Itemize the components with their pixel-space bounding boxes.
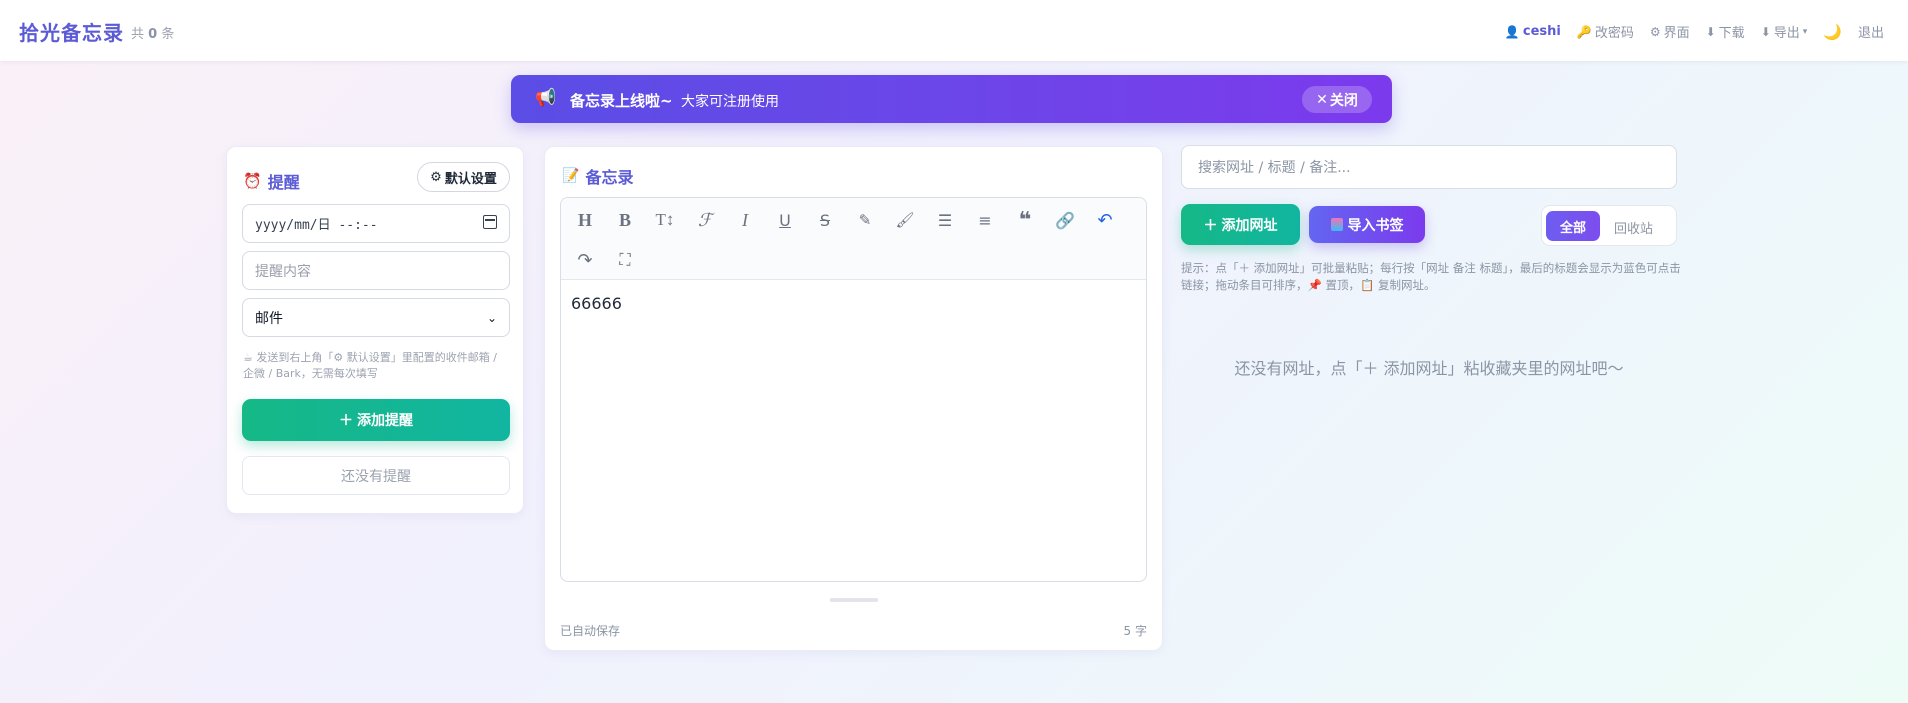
bookmark-icon bbox=[1330, 218, 1343, 231]
megaphone-icon: 📢 bbox=[535, 88, 557, 108]
gear-icon: ⚙ bbox=[430, 169, 442, 185]
interface-link[interactable]: ⚙ 界面 bbox=[1649, 22, 1690, 42]
gear-icon: ⚙ bbox=[1649, 24, 1661, 39]
cup-icon: ☕ bbox=[243, 351, 253, 364]
memo-content[interactable]: 66666 bbox=[571, 294, 622, 313]
memo-panel: 📝 备忘录 H B T↕ ℱ I U S ✎ 🖌 ☰ ≡ ❝ 🔗 ↶ ↷ ⛶ 6… bbox=[544, 146, 1163, 651]
chevron-down-icon: ⌄ bbox=[486, 310, 497, 325]
undo-icon[interactable]: ↶ bbox=[1091, 206, 1119, 234]
close-icon: ✕ bbox=[1316, 91, 1328, 108]
underline-icon[interactable]: U bbox=[771, 206, 799, 234]
align-left-icon[interactable]: ≡ bbox=[971, 206, 999, 234]
item-count: 共 0 条 bbox=[131, 27, 175, 42]
dark-mode-toggle[interactable]: 🌙 bbox=[1823, 23, 1842, 41]
export-dropdown[interactable]: ⬇ 导出 ▾ bbox=[1760, 22, 1808, 42]
user-menu[interactable]: 👤 ceshi bbox=[1505, 24, 1561, 39]
memo-editor[interactable]: H B T↕ ℱ I U S ✎ 🖌 ☰ ≡ ❝ 🔗 ↶ ↷ ⛶ 66666 bbox=[560, 197, 1147, 582]
key-icon: 🔑 bbox=[1576, 24, 1592, 39]
logout-link[interactable]: 退出 bbox=[1858, 22, 1884, 41]
redo-icon[interactable]: ↷ bbox=[571, 246, 599, 274]
url-empty-state: 还没有网址，点「＋ 添加网址」粘收藏夹里的网址吧～ bbox=[1234, 359, 1624, 378]
alarm-clock-icon: ⏰ bbox=[243, 172, 262, 190]
plus-icon: ＋ bbox=[1203, 217, 1218, 234]
bold-icon[interactable]: B bbox=[611, 206, 639, 234]
highlighter-icon[interactable]: ✎ bbox=[851, 206, 879, 234]
editor-toolbar: H B T↕ ℱ I U S ✎ 🖌 ☰ ≡ ❝ 🔗 ↶ ↷ ⛶ bbox=[561, 198, 1146, 280]
brush-icon[interactable]: 🖌 bbox=[891, 206, 919, 234]
user-icon: 👤 bbox=[1504, 24, 1520, 39]
top-nav: 👤 ceshi 🔑 改密码 ⚙ 界面 ⬇ 下载 ⬇ 导出 ▾ 🌙 退出 bbox=[1505, 22, 1884, 42]
autosave-status: 已自动保存 bbox=[560, 624, 621, 638]
reminder-empty-state: 还没有提醒 bbox=[242, 456, 510, 495]
add-url-button[interactable]: ＋ 添加网址 bbox=[1181, 204, 1300, 245]
reminder-content-input[interactable]: 提醒内容 bbox=[242, 251, 510, 290]
import-bookmarks-button[interactable]: 导入书签 bbox=[1309, 206, 1425, 243]
reminder-channel-select[interactable]: 邮件 ⌄ bbox=[242, 298, 510, 337]
caret-down-icon: ▾ bbox=[1802, 26, 1808, 37]
app-title: 拾光备忘录 bbox=[19, 21, 124, 45]
italic-icon[interactable]: I bbox=[731, 206, 759, 234]
quote-icon[interactable]: ❝ bbox=[1011, 206, 1039, 234]
strikethrough-icon[interactable]: S bbox=[811, 206, 839, 234]
top-bar: 拾光备忘录 共 0 条 👤 ceshi 🔑 改密码 ⚙ 界面 ⬇ 下载 ⬇ 导出… bbox=[0, 0, 1908, 61]
announcement-message: 大家可注册使用 bbox=[681, 94, 779, 110]
calendar-icon[interactable] bbox=[483, 215, 497, 229]
memo-icon: 📝 bbox=[562, 168, 580, 184]
link-icon[interactable]: 🔗 bbox=[1051, 206, 1079, 234]
url-tip: 提示：点「＋ 添加网址」可批量粘贴；每行按「网址 备注 标题」，最后的标题会显示… bbox=[1181, 261, 1681, 292]
fullscreen-icon[interactable]: ⛶ bbox=[611, 246, 639, 274]
list-icon[interactable]: ☰ bbox=[931, 206, 959, 234]
announcement-banner: 📢 备忘录上线啦~ 大家可注册使用 ✕ 关闭 bbox=[511, 75, 1392, 123]
reminder-datetime-input[interactable]: yyyy/mm/日 --:-- bbox=[242, 204, 510, 243]
url-filter-toggle: 全部 回收站 bbox=[1541, 205, 1677, 246]
download-icon: ⬇ bbox=[1760, 24, 1771, 39]
announcement-title: 备忘录上线啦~ bbox=[570, 92, 673, 110]
plus-icon: ＋ bbox=[339, 413, 353, 429]
add-reminder-button[interactable]: ＋ 添加提醒 bbox=[242, 399, 510, 441]
reminder-title: ⏰ 提醒 bbox=[243, 172, 300, 192]
font-icon[interactable]: ℱ bbox=[691, 206, 719, 234]
char-count: 5 字 bbox=[1123, 624, 1147, 638]
text-size-icon[interactable]: T↕ bbox=[651, 206, 679, 234]
heading-icon[interactable]: H bbox=[571, 206, 599, 234]
download-icon: ⬇ bbox=[1705, 24, 1716, 39]
moon-icon: 🌙 bbox=[1823, 22, 1842, 41]
download-link[interactable]: ⬇ 下载 bbox=[1705, 22, 1745, 42]
default-settings-button[interactable]: ⚙ 默认设置 bbox=[417, 162, 510, 192]
reminder-hint: ☕ 发送到右上角「⚙ 默认设置」里配置的收件邮箱 / 企微 / Bark，无需每… bbox=[243, 351, 497, 380]
change-password-link[interactable]: 🔑 改密码 bbox=[1576, 22, 1634, 42]
announcement-close-button[interactable]: ✕ 关闭 bbox=[1302, 86, 1372, 113]
resize-handle[interactable] bbox=[830, 598, 878, 602]
memo-title: 📝 备忘录 bbox=[562, 168, 634, 187]
url-search-input[interactable]: 搜索网址 / 标题 / 备注... bbox=[1181, 145, 1677, 189]
reminder-panel: ⏰ 提醒 ⚙ 默认设置 yyyy/mm/日 --:-- 提醒内容 邮件 ⌄ ☕ … bbox=[226, 146, 524, 514]
filter-recycle-tab[interactable]: 回收站 bbox=[1614, 218, 1653, 237]
filter-all-tab[interactable]: 全部 bbox=[1546, 211, 1600, 241]
